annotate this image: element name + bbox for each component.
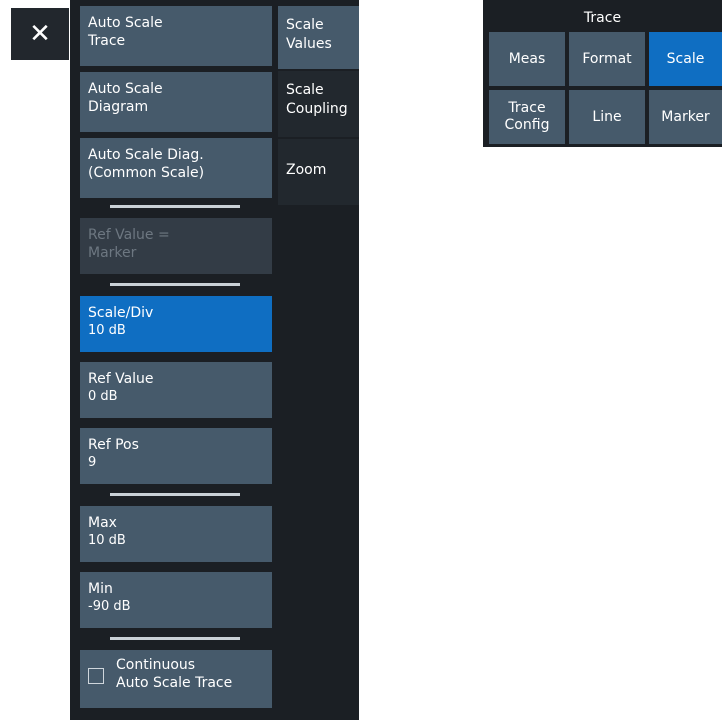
auto-scale-diag-common-label-2: (Common Scale): [88, 165, 205, 181]
tab-scale-values[interactable]: Scale Values: [278, 6, 359, 71]
tab-scale-values-label-1: Scale: [286, 17, 324, 33]
ref-pos-button[interactable]: Ref Pos 9: [80, 428, 272, 484]
ref-value-marker-button[interactable]: Ref Value = Marker: [80, 218, 272, 274]
scale-div-value: 10 dB: [88, 323, 126, 338]
auto-scale-diag-common-label-1: Auto Scale Diag.: [88, 147, 204, 163]
meas-label: Meas: [508, 50, 546, 67]
continuous-label-2: Auto Scale Trace: [116, 675, 233, 691]
tab-scale-coupling[interactable]: Scale Coupling: [278, 71, 359, 139]
ref-pos-value: 9: [88, 455, 97, 470]
auto-scale-diag-common-button[interactable]: Auto Scale Diag. (Common Scale): [80, 138, 272, 198]
ref-pos-label: Ref Pos: [88, 437, 139, 453]
tab-scale-values-label-2: Values: [286, 36, 332, 52]
line-label: Line: [592, 108, 622, 125]
ref-value-marker-label-2: Marker: [88, 245, 137, 261]
tab-zoom-label: Zoom: [286, 162, 327, 178]
auto-scale-trace-label-2: Trace: [88, 33, 126, 49]
scale-div-label: Scale/Div: [88, 305, 154, 321]
scale-div-button[interactable]: Scale/Div 10 dB: [80, 296, 272, 352]
separator: [110, 205, 240, 208]
scale-label: Scale: [666, 50, 705, 67]
tab-scale-coupling-label-2: Coupling: [286, 101, 348, 117]
auto-scale-diagram-label-1: Auto Scale: [88, 81, 163, 97]
trace-panel-title: Trace: [583, 10, 622, 26]
tab-scale-coupling-label-1: Scale: [286, 82, 324, 98]
ref-value-button[interactable]: Ref Value 0 dB: [80, 362, 272, 418]
continuous-label: Continuous Auto Scale Trace: [116, 656, 232, 692]
auto-scale-trace-button[interactable]: Auto Scale Trace: [80, 6, 272, 66]
trace-panel: Trace Meas Format Scale Trace Config Lin…: [483, 0, 722, 147]
format-button[interactable]: Format: [569, 32, 645, 86]
continuous-checkbox[interactable]: [88, 668, 104, 684]
close-icon: ✕: [29, 19, 51, 49]
ref-value-value: 0 dB: [88, 389, 118, 404]
auto-scale-diagram-label-2: Diagram: [88, 99, 149, 115]
min-label: Min: [88, 581, 113, 597]
separator: [110, 283, 240, 286]
format-label: Format: [582, 50, 632, 67]
line-button[interactable]: Line: [569, 90, 645, 144]
marker-label: Marker: [661, 108, 710, 125]
scale-tab-panel: Scale Values Scale Coupling Zoom: [278, 0, 359, 720]
min-value: -90 dB: [88, 599, 131, 614]
ref-value-label: Ref Value: [88, 371, 154, 387]
close-button[interactable]: ✕: [11, 8, 69, 60]
separator: [110, 493, 240, 496]
max-value: 10 dB: [88, 533, 126, 548]
scale-button[interactable]: Scale: [649, 32, 722, 86]
trace-config-label-2: Config: [504, 117, 550, 133]
auto-scale-trace-label-1: Auto Scale: [88, 15, 163, 31]
continuous-auto-scale-toggle[interactable]: Continuous Auto Scale Trace: [80, 650, 272, 708]
max-button[interactable]: Max 10 dB: [80, 506, 272, 562]
meas-button[interactable]: Meas: [489, 32, 565, 86]
marker-button[interactable]: Marker: [649, 90, 722, 144]
trace-config-label-1: Trace: [508, 100, 546, 116]
separator: [110, 637, 240, 640]
continuous-label-1: Continuous: [116, 657, 196, 673]
max-label: Max: [88, 515, 117, 531]
ref-value-marker-label-1: Ref Value =: [88, 227, 170, 243]
scale-softkey-panel: Auto Scale Trace Auto Scale Diagram Auto…: [70, 0, 278, 720]
tab-zoom[interactable]: Zoom: [278, 139, 359, 207]
auto-scale-diagram-button[interactable]: Auto Scale Diagram: [80, 72, 272, 132]
min-button[interactable]: Min -90 dB: [80, 572, 272, 628]
trace-config-button[interactable]: Trace Config: [489, 90, 565, 144]
